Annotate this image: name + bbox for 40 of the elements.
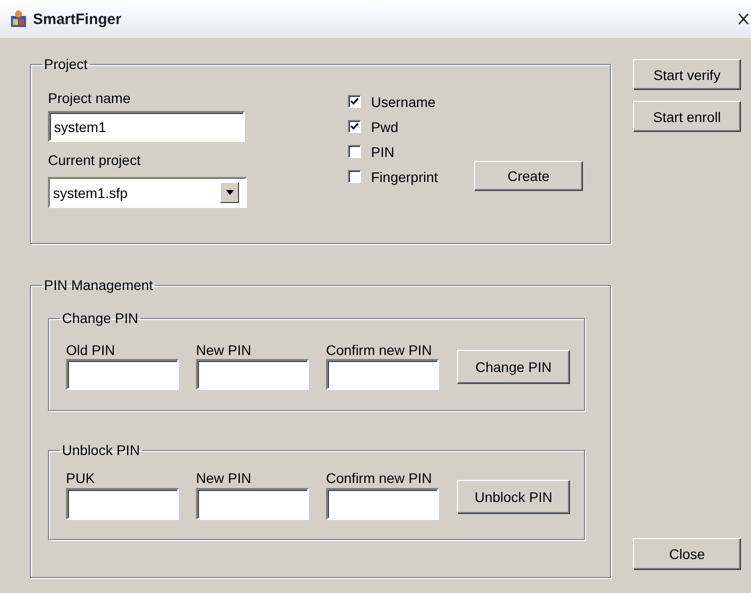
checkbox-label: Fingerprint [371, 168, 438, 184]
project-dropdown[interactable]: system1.sfp [48, 177, 247, 208]
close-button[interactable]: Close [633, 538, 741, 570]
change-pin-button[interactable]: Change PIN [457, 350, 570, 384]
checkbox-label: PIN [371, 144, 394, 160]
start-verify-button[interactable]: Start verify [633, 59, 741, 90]
group-title: Change PIN [61, 310, 140, 326]
check-icon [350, 97, 359, 106]
input-field[interactable] [196, 359, 309, 390]
group-title: Project [43, 56, 89, 72]
input-field[interactable] [66, 488, 179, 520]
checkbox-label: Pwd [371, 118, 398, 134]
field-label: PUK [66, 470, 96, 487]
check-icon [350, 122, 359, 131]
checkbox[interactable] [348, 120, 361, 133]
window-title: SmartFinger [33, 10, 122, 28]
input-field[interactable] [66, 359, 179, 390]
input-field[interactable] [196, 488, 309, 520]
field-label: Project name [48, 90, 132, 107]
create-button[interactable]: Create [474, 161, 583, 191]
input-field[interactable]: system1 [48, 111, 245, 142]
field-label: Confirm new PIN [326, 342, 433, 359]
app-icon [10, 10, 27, 28]
input-field[interactable] [326, 488, 439, 520]
group-title: Unblock PIN [61, 442, 141, 458]
checkbox[interactable] [348, 95, 361, 108]
field-label: Old PIN [66, 342, 116, 359]
checkbox-label: Username [371, 94, 436, 110]
unblock-pin-button[interactable]: Unblock PIN [457, 480, 570, 514]
checkbox[interactable] [348, 170, 361, 183]
field-label: New PIN [196, 342, 252, 359]
start-enroll-button[interactable]: Start enroll [633, 101, 741, 132]
checkbox[interactable] [348, 145, 361, 158]
field-label: Confirm new PIN [326, 470, 433, 487]
caret-icon [226, 190, 234, 195]
group-title: PIN Management [43, 277, 154, 293]
input-field[interactable] [326, 359, 439, 390]
field-label: New PIN [196, 470, 252, 487]
field-label: Current project [48, 152, 142, 169]
close-icon[interactable] [738, 13, 749, 25]
